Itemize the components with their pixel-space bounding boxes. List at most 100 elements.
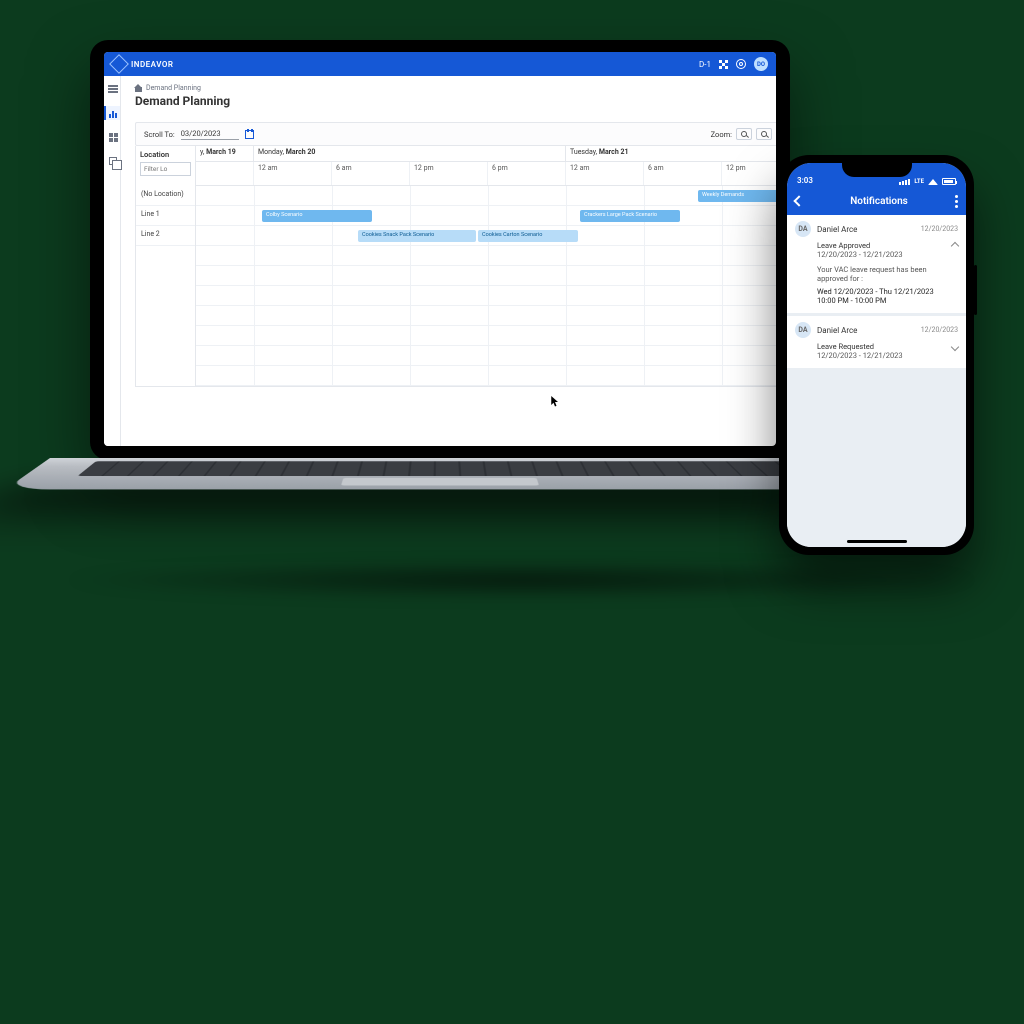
laptop-base	[5, 458, 875, 489]
calendar-icon[interactable]	[245, 130, 254, 139]
signal-icon	[899, 179, 910, 185]
notification-card[interactable]: DADaniel Arce12/20/2023Leave Approved12/…	[787, 215, 966, 313]
lane-row[interactable]	[196, 346, 776, 366]
notification-date: 12/20/2023	[921, 326, 958, 334]
magnifier-plus-icon	[741, 131, 747, 137]
hour-cell: 6 pm	[488, 162, 566, 185]
gantt-bar[interactable]: Colby Scenario	[262, 210, 372, 222]
avatar[interactable]: DO	[754, 57, 768, 71]
gantt-bar[interactable]: Weekly Demands	[698, 190, 776, 202]
location-header-label: Location	[140, 150, 191, 159]
time-column-head: y, March 19Monday, March 20Tuesday, Marc…	[196, 146, 776, 186]
sidenav-planning[interactable]	[104, 106, 120, 120]
battery-icon	[942, 178, 956, 185]
sender-avatar: DA	[795, 221, 811, 237]
zoom-out-button[interactable]	[756, 128, 772, 140]
sidenav	[104, 76, 121, 446]
lane-row[interactable]: Cookies Snack Pack ScenarioCookies Carto…	[196, 226, 776, 246]
app-topbar: INDEAVOR D-1 DO	[104, 52, 776, 76]
phone-app: 3:03 LTE Notifications DA Daniel Arce 12/2…	[787, 163, 966, 547]
zoom-in-button[interactable]	[736, 128, 752, 140]
breadcrumb-label[interactable]: Demand Planning	[146, 84, 201, 92]
hour-cell: 12 am	[566, 162, 644, 185]
lane-row[interactable]	[196, 326, 776, 346]
status-time: 3:03	[797, 176, 813, 185]
phone-device: 3:03 LTE Notifications DA Daniel Arce 12/2…	[779, 155, 974, 555]
hour-cell: 6 am	[644, 162, 722, 185]
notification-card[interactable]: DADaniel Arce12/20/2023Leave Requested12…	[787, 316, 966, 368]
grid-icon	[109, 133, 118, 142]
scroll-to-group: Scroll To:	[144, 128, 254, 140]
gantt: Location y, March 19Monday, March 20Tues…	[135, 146, 776, 387]
gantt-bar[interactable]: Cookies Snack Pack Scenario	[358, 230, 476, 242]
gantt-bar[interactable]: Crackers Large Pack Scenario	[580, 210, 680, 222]
wifi-icon	[928, 179, 938, 185]
lane-row[interactable]: Weekly Demands	[196, 186, 776, 206]
location-filter-input[interactable]	[140, 162, 191, 176]
home-indicator[interactable]	[847, 540, 907, 543]
zoom-group: Zoom:	[711, 128, 776, 140]
gantt-head: Location y, March 19Monday, March 20Tues…	[136, 146, 776, 186]
laptop-screen-bezel: INDEAVOR D-1 DO	[90, 40, 790, 460]
hour-cell: 12 am	[254, 162, 332, 185]
laptop-trackpad	[341, 478, 539, 486]
page-title: Demand Planning	[135, 94, 776, 108]
lane-row[interactable]	[196, 306, 776, 326]
scroll-to-label: Scroll To:	[144, 130, 175, 139]
hamburger-icon	[108, 85, 118, 93]
day-row: y, March 19Monday, March 20Tuesday, Marc…	[196, 146, 776, 162]
phone-header-title: Notifications	[850, 196, 908, 207]
scroll-to-date-input[interactable]	[181, 128, 239, 140]
phone-notch	[842, 163, 912, 177]
sidenav-menu[interactable]	[104, 82, 120, 96]
brand-label: INDEAVOR	[131, 60, 173, 69]
notification-range: 12/20/2023 - 12/21/2023	[817, 351, 958, 360]
sender-name: Daniel Arce	[817, 225, 857, 234]
sidenav-grid[interactable]	[104, 130, 120, 144]
back-button[interactable]	[793, 195, 804, 206]
lane-row[interactable]	[196, 266, 776, 286]
laptop-app: INDEAVOR D-1 DO	[104, 52, 776, 446]
main-area: Demand Planning Demand Planning Scroll T…	[121, 76, 776, 446]
bars-icon	[109, 109, 117, 118]
day-cell: Monday, March 20	[254, 146, 566, 161]
gantt-body: (No Location)Line 1Line 2 Weekly Demands…	[136, 186, 776, 386]
lane-row[interactable]	[196, 286, 776, 306]
status-icons: LTE	[899, 178, 956, 185]
hour-cell: 6 am	[332, 162, 410, 185]
hour-row: 12 am6 am12 pm6 pm12 am6 am12 pm	[196, 162, 776, 186]
location-rows: (No Location)Line 1Line 2	[136, 186, 196, 386]
location-row: Line 2	[136, 226, 195, 246]
day-cell: Tuesday, March 21	[566, 146, 776, 161]
gear-icon[interactable]	[736, 59, 746, 69]
hour-cell: 12 pm	[722, 162, 776, 185]
notification-detail: Your VAC leave request has been approved…	[817, 265, 958, 305]
more-button[interactable]	[955, 195, 958, 208]
home-icon[interactable]	[135, 85, 142, 92]
day-cell: y, March 19	[196, 146, 254, 161]
zoom-label: Zoom:	[711, 130, 732, 139]
laptop-device: INDEAVOR D-1 DO	[50, 40, 830, 600]
sidenav-copy[interactable]	[104, 154, 120, 168]
gantt-bar[interactable]: Cookies Carton Scenario	[478, 230, 578, 242]
magnifier-minus-icon	[761, 131, 767, 137]
toolbar: Scroll To: Zoom:	[135, 122, 776, 146]
lane-row[interactable]	[196, 246, 776, 266]
hour-cell: 12 pm	[410, 162, 488, 185]
location-row: Line 1	[136, 206, 195, 226]
breadcrumb: Demand Planning	[135, 84, 776, 92]
cursor-icon	[551, 396, 559, 408]
lane-area[interactable]: Weekly Demands Colby Scenario Crackers Lar…	[196, 186, 776, 386]
logo-icon	[109, 54, 129, 74]
brand: INDEAVOR	[112, 57, 173, 71]
notification-date: 12/20/2023	[921, 225, 958, 233]
lane-row[interactable]	[196, 366, 776, 386]
laptop-keyboard	[78, 461, 803, 476]
notification-list[interactable]: DA Daniel Arce 12/20/2023 Leave Approved 12/…	[787, 215, 966, 547]
location-column-head: Location	[136, 146, 196, 186]
hour-cell	[196, 162, 254, 185]
notification-title: Leave Approved	[817, 241, 958, 250]
lane-row[interactable]: Colby Scenario Crackers Large Pack Scenar…	[196, 206, 776, 226]
sender-name: Daniel Arce	[817, 326, 857, 335]
apps-icon[interactable]	[719, 60, 728, 69]
